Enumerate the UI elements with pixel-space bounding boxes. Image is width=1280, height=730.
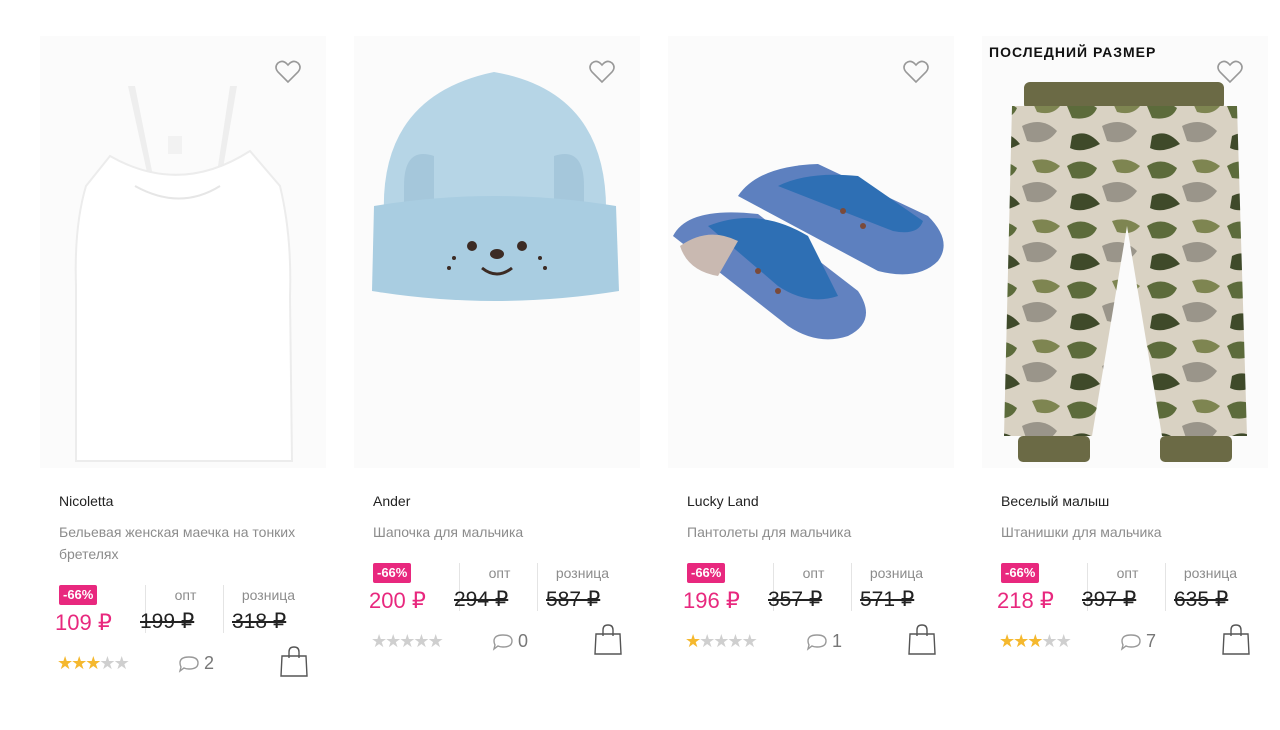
- product-card[interactable]: Веселый малыш Штанишки для мальчика -66%…: [942, 0, 1268, 700]
- star-empty-icon[interactable]: ★: [371, 631, 387, 651]
- comment-icon: [492, 633, 513, 651]
- comments-count[interactable]: 1: [806, 631, 842, 652]
- star-empty-icon[interactable]: ★: [413, 631, 429, 651]
- retail-label: розница: [555, 565, 610, 581]
- heart-icon[interactable]: [274, 58, 302, 86]
- shopping-bag-icon[interactable]: [593, 624, 623, 656]
- rating-stars[interactable]: ★★★★★: [999, 631, 1072, 652]
- rating-stars[interactable]: ★★★★★: [57, 653, 130, 674]
- retail-price-column: розница 571 ₽: [851, 563, 941, 611]
- shopping-bag-icon[interactable]: [907, 624, 937, 656]
- opt-label: опт: [1116, 565, 1139, 581]
- current-price: 196 ₽: [683, 588, 740, 613]
- discount-badge: -66%: [1001, 563, 1040, 583]
- current-price: 109 ₽: [55, 610, 112, 635]
- opt-price: 199 ₽: [140, 610, 195, 633]
- discount-badge: -66%: [59, 585, 98, 605]
- current-price: 218 ₽: [997, 588, 1054, 613]
- product-brand[interactable]: Lucky Land: [687, 493, 759, 509]
- star-filled-icon[interactable]: ★: [1027, 631, 1043, 651]
- star-filled-icon[interactable]: ★: [1013, 631, 1029, 651]
- star-empty-icon[interactable]: ★: [727, 631, 743, 651]
- discount-badge: -66%: [373, 563, 412, 583]
- retail-label: розница: [1183, 565, 1238, 581]
- opt-price-column: опт 294 ₽: [454, 563, 539, 611]
- star-empty-icon[interactable]: ★: [699, 631, 715, 651]
- opt-price-column: опт 357 ₽: [768, 563, 853, 611]
- product-image-pants[interactable]: [982, 36, 1268, 468]
- star-empty-icon[interactable]: ★: [385, 631, 401, 651]
- retail-price: 587 ₽: [546, 588, 601, 611]
- product-card[interactable]: Ander Шапочка для мальчика -66% 200 ₽ оп…: [314, 0, 640, 700]
- comments-number: 1: [832, 631, 843, 651]
- discount-badge: -66%: [687, 563, 726, 583]
- star-filled-icon[interactable]: ★: [57, 653, 73, 673]
- last-size-badge: ПОСЛЕДНИЙ РАЗМЕР: [989, 44, 1157, 60]
- opt-price: 294 ₽: [454, 588, 509, 611]
- comments-count[interactable]: 2: [178, 653, 214, 674]
- rating-stars[interactable]: ★★★★★: [685, 631, 758, 652]
- product-image-hat[interactable]: [354, 36, 640, 468]
- product-description[interactable]: Бельевая женская маечка на тонких бретел…: [59, 521, 299, 565]
- retail-price-column: розница 587 ₽: [537, 563, 627, 611]
- star-filled-icon[interactable]: ★: [71, 653, 87, 673]
- shopping-bag-icon[interactable]: [1221, 624, 1251, 656]
- opt-price: 397 ₽: [1082, 588, 1137, 611]
- opt-label: опт: [174, 587, 197, 603]
- product-brand[interactable]: Nicoletta: [59, 493, 113, 509]
- product-brand[interactable]: Ander: [373, 493, 410, 509]
- product-image-slippers[interactable]: [668, 36, 954, 468]
- star-filled-icon[interactable]: ★: [85, 653, 101, 673]
- star-empty-icon[interactable]: ★: [742, 631, 758, 651]
- star-empty-icon[interactable]: ★: [399, 631, 415, 651]
- opt-price-column: опт 199 ₽: [140, 585, 225, 633]
- comments-number: 7: [1146, 631, 1157, 651]
- product-card[interactable]: Nicoletta Бельевая женская маечка на тон…: [0, 0, 326, 700]
- comments-number: 2: [204, 653, 215, 673]
- comments-number: 0: [518, 631, 529, 651]
- retail-price: 318 ₽: [232, 610, 287, 633]
- current-price: 200 ₽: [369, 588, 426, 613]
- retail-price-column: розница 635 ₽: [1165, 563, 1255, 611]
- retail-price: 571 ₽: [860, 588, 915, 611]
- opt-label: опт: [802, 565, 825, 581]
- rating-stars[interactable]: ★★★★★: [371, 631, 444, 652]
- heart-icon[interactable]: [1216, 58, 1244, 86]
- opt-label: опт: [488, 565, 511, 581]
- star-empty-icon[interactable]: ★: [99, 653, 115, 673]
- comment-icon: [1120, 633, 1141, 651]
- comments-count[interactable]: 7: [1120, 631, 1156, 652]
- comment-icon: [806, 633, 827, 651]
- star-filled-icon[interactable]: ★: [999, 631, 1015, 651]
- retail-label: розница: [869, 565, 924, 581]
- star-filled-icon[interactable]: ★: [685, 631, 701, 651]
- comment-icon: [178, 655, 199, 673]
- product-description[interactable]: Штанишки для мальчика: [1001, 521, 1241, 543]
- product-image-tank-top[interactable]: [40, 36, 326, 468]
- product-description[interactable]: Шапочка для мальчика: [373, 521, 613, 543]
- star-empty-icon[interactable]: ★: [114, 653, 130, 673]
- shopping-bag-icon[interactable]: [279, 646, 309, 678]
- product-description[interactable]: Пантолеты для мальчика: [687, 521, 927, 543]
- heart-icon[interactable]: [902, 58, 930, 86]
- retail-label: розница: [241, 587, 296, 603]
- star-empty-icon[interactable]: ★: [1041, 631, 1057, 651]
- retail-price: 635 ₽: [1174, 588, 1229, 611]
- star-empty-icon[interactable]: ★: [428, 631, 444, 651]
- product-brand[interactable]: Веселый малыш: [1001, 493, 1109, 509]
- star-empty-icon[interactable]: ★: [1056, 631, 1072, 651]
- opt-price-column: опт 397 ₽: [1082, 563, 1167, 611]
- comments-count[interactable]: 0: [492, 631, 528, 652]
- opt-price: 357 ₽: [768, 588, 823, 611]
- product-card[interactable]: Lucky Land Пантолеты для мальчика -66% 1…: [628, 0, 954, 700]
- heart-icon[interactable]: [588, 58, 616, 86]
- star-empty-icon[interactable]: ★: [713, 631, 729, 651]
- retail-price-column: розница 318 ₽: [223, 585, 313, 633]
